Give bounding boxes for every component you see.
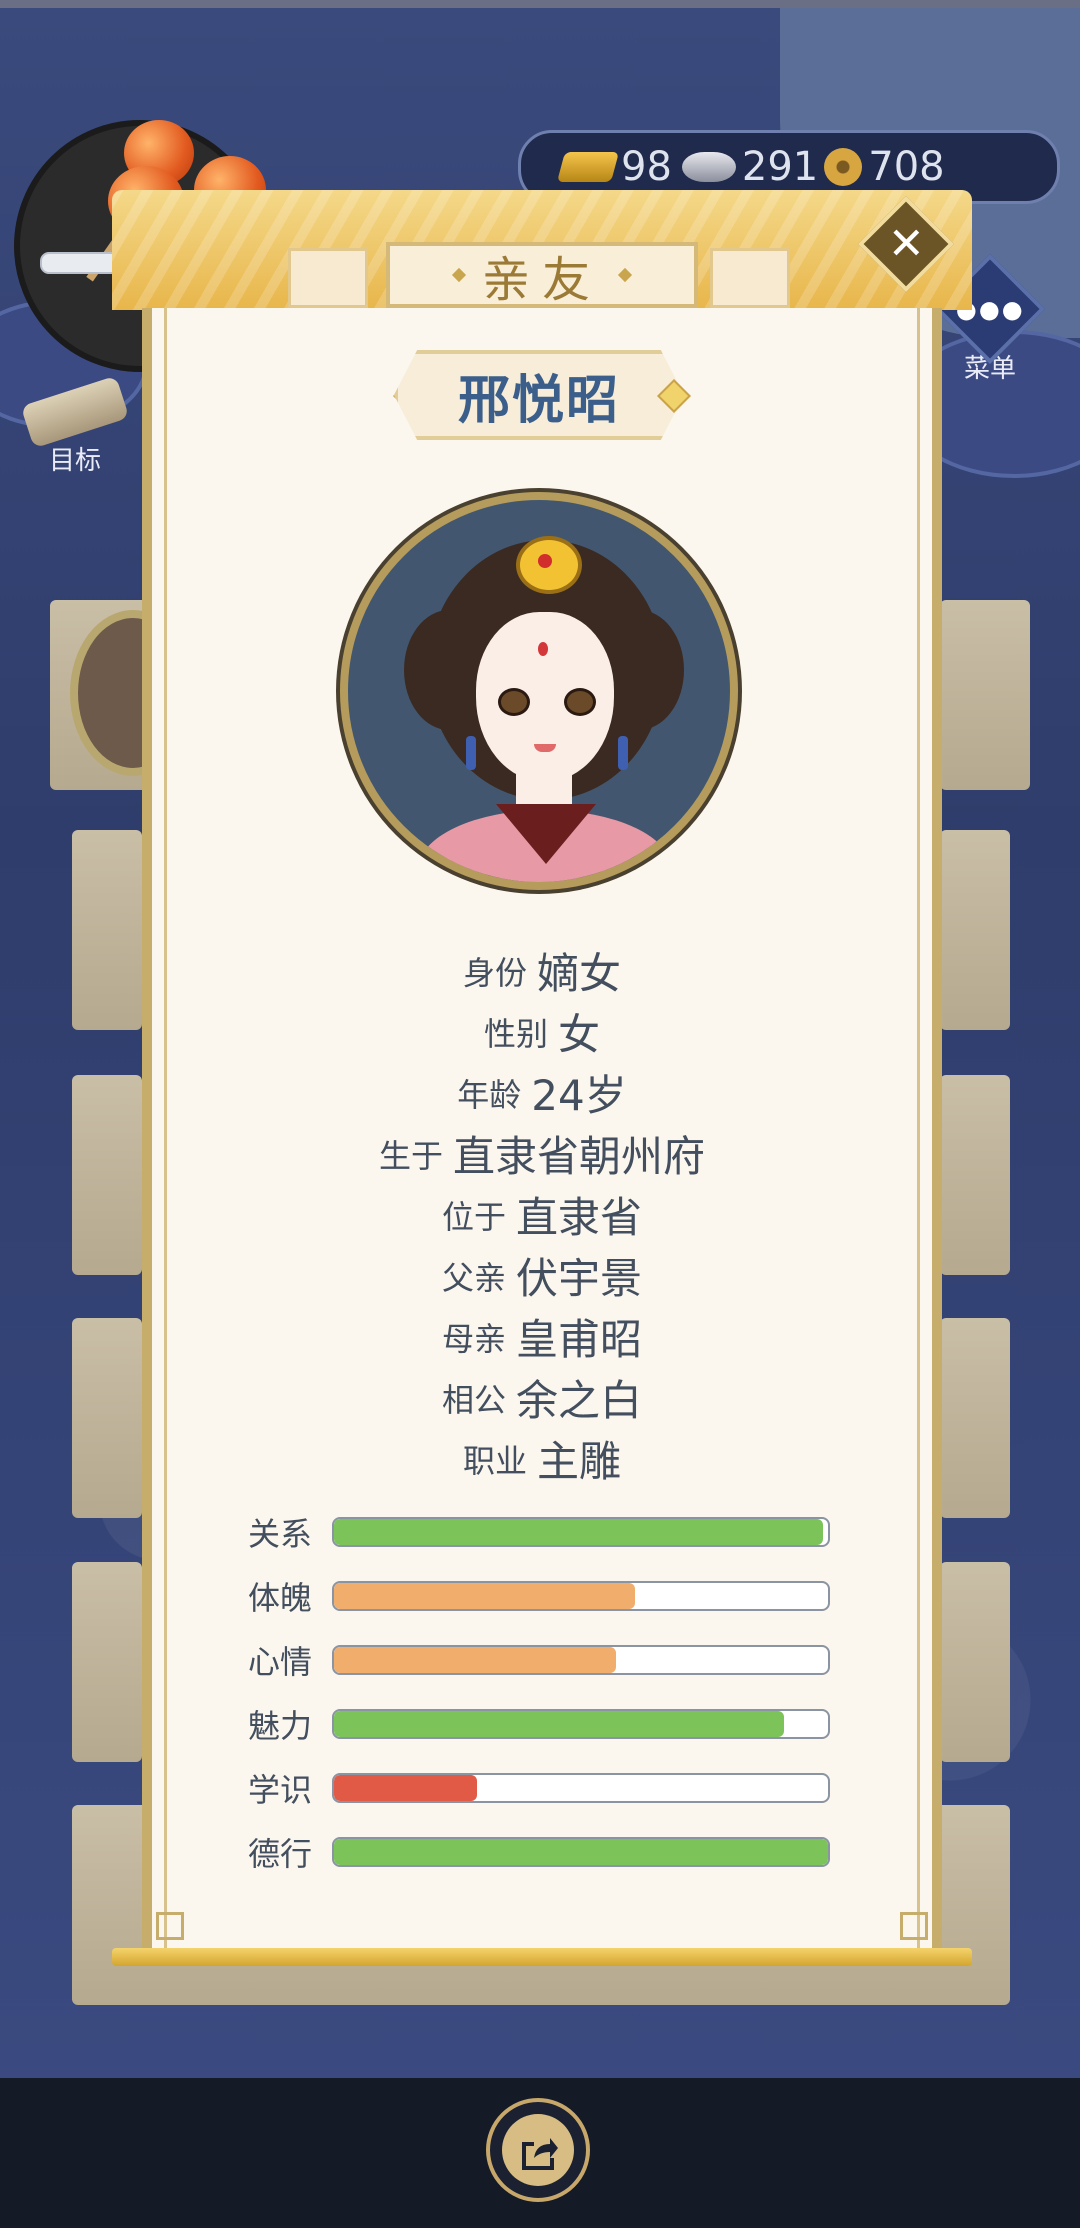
character-stats: 关系 体魄 心情 魅力 学识 德行 [248, 1500, 848, 1884]
stat-label: 心情 [248, 1643, 313, 1681]
detail-row: 位于 直隶省 [112, 1184, 972, 1245]
detail-label: 父亲 [441, 1258, 506, 1297]
detail-row: 母亲 皇甫昭 [112, 1306, 972, 1367]
title-ornament-icon [617, 267, 633, 283]
scroll-corner-ornament [900, 1912, 928, 1940]
character-name: 邢悦昭 [457, 370, 620, 431]
close-button[interactable]: ✕ [857, 195, 955, 293]
stat-bar-fill [334, 1583, 636, 1609]
relative-profile-dialog: 亲友 ✕ 邢悦昭 身份 嫡女 性别 女 年龄 24岁 生于 直隶省朝州府 位于 … [112, 190, 972, 1980]
stat-bar-fill [334, 1647, 616, 1673]
stat-bar [332, 1517, 830, 1547]
scroll-rod [112, 1948, 972, 1966]
silver-ingot-icon [681, 152, 736, 182]
detail-row: 相公 余之白 [112, 1367, 972, 1428]
detail-label: 相公 [441, 1380, 506, 1419]
character-details: 身份 嫡女 性别 女 年龄 24岁 生于 直隶省朝州府 位于 直隶省 父亲 伏宇… [112, 940, 972, 1489]
header-ornament [288, 248, 368, 308]
title-ornament-icon [451, 267, 467, 283]
dialog-header: 亲友 ✕ [112, 190, 972, 310]
stat-row: 关系 [248, 1500, 848, 1564]
dialog-title-box: 亲友 [386, 242, 698, 308]
detail-value: 直隶省 [516, 1193, 643, 1242]
goal-label: 目标 [48, 446, 101, 476]
stat-row: 德行 [248, 1820, 848, 1884]
detail-label: 年龄 [457, 1075, 522, 1114]
stat-label: 体魄 [248, 1579, 313, 1617]
silver-count: 291 [741, 144, 819, 190]
dialog-title: 亲友 [481, 252, 602, 308]
name-plate: 邢悦昭 [394, 350, 684, 440]
close-icon: ✕ [887, 218, 925, 269]
stat-bar [332, 1837, 830, 1867]
stat-bar-fill [334, 1775, 478, 1801]
detail-row: 父亲 伏宇景 [112, 1245, 972, 1306]
stat-bar-fill [334, 1839, 828, 1865]
header-ornament [710, 248, 790, 308]
share-icon [502, 2114, 574, 2186]
stat-bar [332, 1645, 830, 1675]
detail-label: 职业 [462, 1441, 527, 1480]
stat-row: 体魄 [248, 1564, 848, 1628]
detail-value: 余之白 [516, 1376, 643, 1425]
coin-icon [824, 148, 863, 186]
stat-label: 学识 [248, 1771, 313, 1809]
coin-count: 708 [868, 144, 945, 190]
stat-label: 关系 [248, 1515, 313, 1553]
status-strip [0, 0, 1080, 8]
detail-label: 生于 [378, 1136, 443, 1175]
detail-label: 性别 [483, 1014, 548, 1053]
detail-value: 直隶省朝州府 [453, 1132, 706, 1181]
gold-count: 98 [621, 144, 672, 190]
detail-row: 生于 直隶省朝州府 [112, 1123, 972, 1184]
detail-label: 位于 [441, 1197, 506, 1236]
stat-label: 德行 [248, 1835, 313, 1873]
stat-bar [332, 1773, 830, 1803]
detail-value: 皇甫昭 [516, 1315, 643, 1364]
gold-ingot-icon [556, 152, 620, 182]
detail-value: 主雕 [537, 1437, 622, 1486]
detail-label: 身份 [462, 953, 527, 992]
stat-bar [332, 1709, 830, 1739]
stat-bar-fill [334, 1711, 784, 1737]
stat-bar [332, 1581, 830, 1611]
detail-value: 嫡女 [537, 949, 622, 998]
character-portrait [340, 492, 738, 890]
detail-row: 性别 女 [112, 1001, 972, 1062]
stat-bar-fill [334, 1519, 824, 1545]
share-button[interactable] [486, 2098, 590, 2202]
detail-value: 伏宇景 [516, 1254, 643, 1303]
detail-row: 身份 嫡女 [112, 940, 972, 1001]
scroll-corner-ornament [156, 1912, 184, 1940]
stat-row: 魅力 [248, 1692, 848, 1756]
detail-value: 24岁 [531, 1071, 627, 1120]
stat-row: 学识 [248, 1756, 848, 1820]
stat-row: 心情 [248, 1628, 848, 1692]
stat-label: 魅力 [248, 1707, 313, 1745]
hair-ornament-icon [516, 536, 582, 594]
detail-row: 年龄 24岁 [112, 1062, 972, 1123]
detail-value: 女 [558, 1010, 601, 1059]
detail-label: 母亲 [441, 1319, 506, 1358]
detail-row: 职业 主雕 [112, 1428, 972, 1489]
